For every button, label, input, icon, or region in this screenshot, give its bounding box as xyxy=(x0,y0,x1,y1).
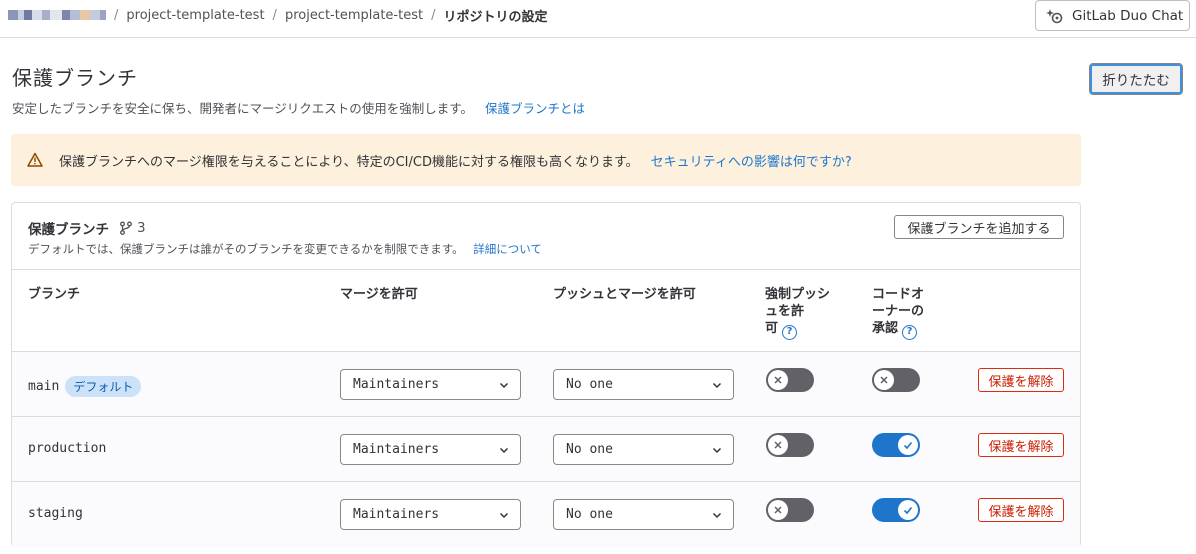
merge-access-dropdown[interactable]: Maintainers xyxy=(340,369,521,400)
duo-chat-label: GitLab Duo Chat xyxy=(1072,7,1184,24)
toggle-off-icon xyxy=(768,435,788,455)
toggle-off-icon xyxy=(874,370,894,390)
duo-chat-button[interactable]: GitLab Duo Chat xyxy=(1035,0,1190,31)
table-row: main デフォルト Maintainers No one 保護を解除 xyxy=(12,352,1080,417)
breadcrumb-group[interactable]: project-template-test xyxy=(126,8,264,23)
card-title: 保護ブランチ 3 xyxy=(28,218,146,238)
column-header-push: プッシュとマージを許可 xyxy=(553,287,696,302)
push-access-dropdown[interactable]: No one xyxy=(553,499,734,530)
warning-alert: 保護ブランチへのマージ権限を与えることにより、特定のCI/CD機能に対する権限も… xyxy=(11,134,1081,186)
card-title-text: 保護ブランチ xyxy=(28,222,109,238)
section-description: 安定したブランチを安全に保ち、開発者にマージリクエストの使用を強制します。 保護… xyxy=(12,98,585,117)
merge-access-value: Maintainers xyxy=(353,507,440,522)
column-header-code-owner-line2: ーナーの xyxy=(872,304,925,319)
toggle-off-icon xyxy=(768,500,788,520)
top-bar: / project-template-test / project-templa… xyxy=(0,0,1196,38)
redacted-group-path xyxy=(8,10,106,20)
collapse-button[interactable]: 折りたたむ xyxy=(1089,63,1183,95)
details-link[interactable]: 詳細について xyxy=(473,242,542,256)
chevron-down-icon xyxy=(499,447,509,454)
force-push-help-icon[interactable]: ? xyxy=(782,325,798,340)
code-owner-toggle[interactable] xyxy=(872,498,920,522)
table-row: production Maintainers No one 保護を解除 xyxy=(12,417,1080,482)
add-protected-branch-button[interactable]: 保護ブランチを追加する xyxy=(894,215,1064,239)
check-icon xyxy=(898,435,918,455)
warning-text: 保護ブランチへのマージ権限を与えることにより、特定のCI/CD機能に対する権限も… xyxy=(59,154,639,170)
protected-branches-help-link[interactable]: 保護ブランチとは xyxy=(485,101,585,116)
breadcrumb-separator: / xyxy=(431,7,436,23)
column-header-code-owner-line3-text: 承認 xyxy=(872,321,899,336)
merge-access-value: Maintainers xyxy=(353,442,440,457)
branch-name: main デフォルト xyxy=(28,376,142,397)
breadcrumb-separator: / xyxy=(272,7,277,23)
push-access-dropdown[interactable]: No one xyxy=(553,434,734,465)
unprotect-button[interactable]: 保護を解除 xyxy=(978,368,1064,392)
column-header-code-owner-line1: コードオ xyxy=(872,287,925,302)
branch-count: 3 xyxy=(119,220,146,236)
column-header-code-owner-line3: 承認? xyxy=(872,320,942,340)
protected-branches-card: 保護ブランチ 3 デフォルトでは、保護ブランチは誰がそのブランチを変更できるかを… xyxy=(11,202,1081,547)
column-header-force-push: 強制プッシ ュを許 可? xyxy=(765,286,835,340)
branch-count-value: 3 xyxy=(137,220,146,236)
column-header-code-owner: コードオ ーナーの 承認? xyxy=(872,286,942,340)
unprotect-button[interactable]: 保護を解除 xyxy=(978,498,1064,522)
chevron-down-icon xyxy=(712,447,722,454)
table-header: ブランチ マージを許可 プッシュとマージを許可 強制プッシ ュを許 可? コード… xyxy=(12,270,1080,352)
force-push-toggle[interactable] xyxy=(766,498,814,522)
column-header-force-push-line2: ュを許 xyxy=(765,304,805,319)
merge-access-dropdown[interactable]: Maintainers xyxy=(340,434,521,465)
merge-access-dropdown[interactable]: Maintainers xyxy=(340,499,521,530)
push-access-dropdown[interactable]: No one xyxy=(553,369,734,400)
breadcrumb-project[interactable]: project-template-test xyxy=(285,8,423,23)
branch-name-text[interactable]: staging xyxy=(28,506,83,521)
unprotect-button[interactable]: 保護を解除 xyxy=(978,433,1064,457)
branch-name-text[interactable]: production xyxy=(28,441,106,456)
branch-name-text[interactable]: main xyxy=(28,379,59,394)
code-owner-toggle[interactable] xyxy=(872,368,920,392)
merge-access-value: Maintainers xyxy=(353,377,440,392)
card-header: 保護ブランチ 3 デフォルトでは、保護ブランチは誰がそのブランチを変更できるかを… xyxy=(12,203,1080,270)
push-access-value: No one xyxy=(566,507,613,522)
security-impact-link[interactable]: セキュリティへの影響は何ですか? xyxy=(651,151,852,170)
branch-name: production xyxy=(28,441,106,456)
column-header-force-push-line3-text: 可 xyxy=(765,321,779,336)
duo-chat-icon xyxy=(1046,8,1063,23)
branch-icon xyxy=(120,221,132,235)
column-header-force-push-line1: 強制プッシ xyxy=(765,287,831,302)
force-push-toggle[interactable] xyxy=(766,433,814,457)
column-header-merge: マージを許可 xyxy=(340,287,418,302)
code-owner-toggle[interactable] xyxy=(872,433,920,457)
check-icon xyxy=(898,500,918,520)
chevron-down-icon xyxy=(712,512,722,519)
table-row: staging Maintainers No one 保護を解除 xyxy=(12,482,1080,547)
code-owner-help-icon[interactable]: ? xyxy=(902,325,918,340)
page-title: 保護ブランチ xyxy=(12,66,138,90)
card-description-text: デフォルトでは、保護ブランチは誰がそのブランチを変更できるかを制限できます。 xyxy=(28,242,464,256)
column-header-force-push-line3: 可? xyxy=(765,320,835,340)
force-push-toggle[interactable] xyxy=(766,368,814,392)
push-access-value: No one xyxy=(566,377,613,392)
toggle-off-icon xyxy=(768,370,788,390)
branch-name: staging xyxy=(28,506,83,521)
breadcrumb: / project-template-test / project-templa… xyxy=(8,7,548,25)
card-description: デフォルトでは、保護ブランチは誰がそのブランチを変更できるかを制限できます。 詳… xyxy=(28,241,542,257)
chevron-down-icon xyxy=(499,512,509,519)
section-description-text: 安定したブランチを安全に保ち、開発者にマージリクエストの使用を強制します。 xyxy=(12,101,474,116)
breadcrumb-current: リポジトリの設定 xyxy=(443,9,548,25)
column-header-branch: ブランチ xyxy=(28,287,81,302)
default-badge: デフォルト xyxy=(65,376,142,397)
chevron-down-icon xyxy=(499,382,509,389)
chevron-down-icon xyxy=(712,382,722,389)
warning-icon xyxy=(27,152,43,167)
breadcrumb-separator: / xyxy=(114,7,119,23)
push-access-value: No one xyxy=(566,442,613,457)
